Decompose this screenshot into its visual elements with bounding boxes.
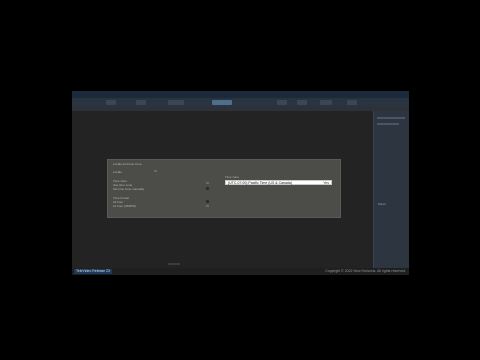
dialog-title: Locale and time zone bbox=[113, 162, 142, 166]
right-pane-item[interactable] bbox=[377, 117, 405, 119]
timezone-select[interactable]: (UTC-07:00) Pacific Time (US & Canada) Y… bbox=[225, 180, 332, 185]
12h-checkbox[interactable] bbox=[206, 205, 209, 207]
option-manual-timezone[interactable]: Set time zone manually bbox=[113, 187, 144, 191]
right-pane-item[interactable] bbox=[377, 123, 399, 125]
timezone-caption: Time zone bbox=[225, 175, 239, 179]
status-bar: TeleVideo Release 23 Copyright © 2022 Ne… bbox=[72, 268, 409, 275]
ribbon-tab[interactable] bbox=[168, 100, 184, 105]
locale-checkbox[interactable] bbox=[154, 170, 157, 172]
chevron-down-icon[interactable]: Yes bbox=[323, 181, 329, 185]
status-right: Copyright © 2022 New Horizons. All right… bbox=[325, 269, 406, 273]
locale-dialog: Locale and time zone Locale Time zone Us… bbox=[107, 159, 341, 218]
right-pane-label: Panel bbox=[378, 202, 386, 206]
status-left: TeleVideo Release 23 bbox=[74, 269, 112, 274]
toolbar bbox=[72, 107, 409, 111]
locale-label: Locale bbox=[113, 170, 122, 174]
ribbon-tab[interactable] bbox=[320, 100, 332, 105]
app-window: Panel Locale and time zone Locale Time z… bbox=[72, 91, 409, 275]
auto-timezone-checkbox[interactable] bbox=[206, 182, 209, 184]
option-12h[interactable]: 12 hour (AM/PM) bbox=[113, 204, 136, 208]
ribbon-tab[interactable] bbox=[347, 100, 357, 105]
ribbon-tab[interactable] bbox=[136, 100, 146, 105]
24h-radio[interactable] bbox=[206, 200, 209, 203]
title-bar bbox=[72, 91, 409, 98]
ribbon-tab[interactable] bbox=[106, 100, 116, 105]
ribbon-tab[interactable] bbox=[297, 100, 307, 105]
timezone-value: (UTC-07:00) Pacific Time (US & Canada) bbox=[228, 181, 292, 185]
ribbon-tab-active[interactable] bbox=[212, 100, 232, 105]
ribbon-tab[interactable] bbox=[277, 100, 287, 105]
ribbon bbox=[72, 98, 409, 107]
right-pane: Panel bbox=[373, 111, 409, 268]
horizontal-scrollbar[interactable] bbox=[168, 263, 180, 265]
manual-timezone-radio[interactable] bbox=[206, 187, 209, 190]
